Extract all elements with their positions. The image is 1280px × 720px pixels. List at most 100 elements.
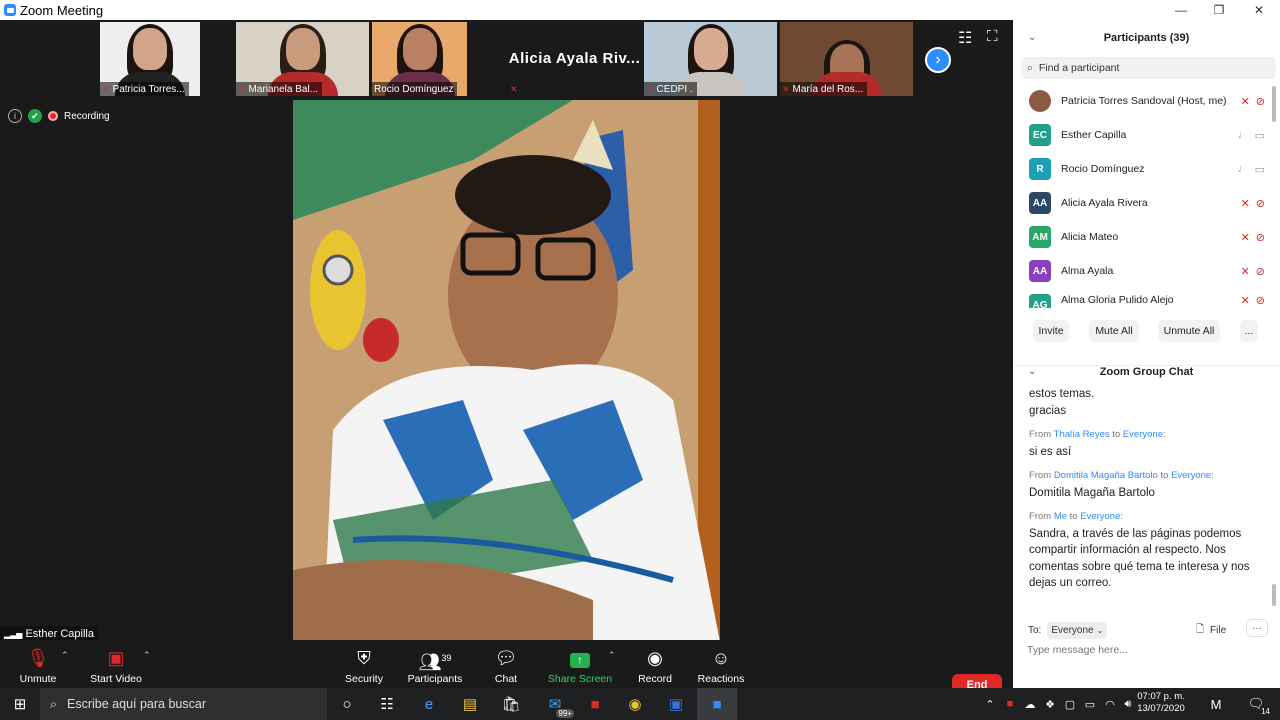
invite-button[interactable]: Invite	[1033, 320, 1069, 342]
windows-start-button[interactable]: ⊞	[0, 688, 40, 720]
search-icon: ⌕	[50, 696, 58, 711]
info-icon[interactable]: i	[8, 109, 22, 123]
record-button[interactable]: ◉ Record	[620, 646, 690, 685]
participant-row[interactable]: R Rocio Domínguez ♩ ▭	[1013, 152, 1273, 186]
notifications-icon[interactable]: 🗨︎ 14	[1236, 688, 1276, 720]
participant-thumbnail[interactable]: Rocio Domínguez	[372, 22, 467, 96]
keyboard-language-icon[interactable]: M	[1196, 688, 1236, 720]
collapse-chevron-icon[interactable]: ⌄	[1028, 32, 1036, 43]
fullscreen-icon[interactable]: ⛶	[987, 28, 998, 45]
participant-row[interactable]: EC Esther Capilla ♩ ▭	[1013, 118, 1273, 152]
participant-thumbnail[interactable]: Alicia Ayala Riv... ✕	[508, 22, 641, 96]
more-options-button[interactable]: ...	[1240, 320, 1258, 342]
participant-search[interactable]: ⌕ Find a participant	[1021, 57, 1276, 79]
participant-list-scrollbar[interactable]	[1272, 86, 1276, 122]
edge-icon[interactable]: e	[409, 688, 449, 720]
reactions-button[interactable]: ☺ Reactions	[686, 646, 756, 685]
mail-icon[interactable]: ✉ 99+	[535, 688, 575, 720]
chat-button[interactable]: 💬︎ Chat	[471, 646, 541, 685]
signal-strength-icon: ▂▃▅	[4, 629, 23, 639]
chat-recipient-name: Everyone	[1171, 470, 1212, 481]
participant-thumbnail[interactable]: ✕ Marianela Bal...	[236, 22, 369, 96]
windows-taskbar: ⊞ ⌕ Escribe aquí para buscar ○ ☷ e ▤ 🛍︎ …	[0, 688, 1280, 720]
participants-button[interactable]: 👥︎39 Participants	[400, 646, 470, 685]
video-options-caret-icon[interactable]: ⌃	[143, 650, 151, 661]
share-screen-button[interactable]: ↑ Share Screen	[545, 646, 615, 685]
chat-message: From Thalía Reyes to Everyone: si es así	[1029, 427, 1261, 460]
mic-icon[interactable]: ♩	[1238, 129, 1249, 142]
minimize-button[interactable]: —	[1161, 0, 1201, 20]
acrobat-icon[interactable]: ■	[575, 688, 615, 720]
maximize-button[interactable]: ❐	[1199, 0, 1239, 20]
chat-message-input[interactable]	[1027, 644, 1267, 656]
collapse-chevron-icon[interactable]: ⌄	[1028, 366, 1036, 377]
cortana-icon[interactable]: ○	[327, 688, 367, 720]
mute-all-button[interactable]: Mute All	[1089, 320, 1139, 342]
video-off-icon[interactable]: ⊘	[1256, 231, 1265, 244]
participant-status-icons: ✕ ⊘	[1241, 231, 1265, 244]
avatar: AM	[1029, 226, 1051, 248]
mic-muted-icon[interactable]: ✕	[1241, 265, 1250, 278]
mic-icon[interactable]: ♩	[1238, 163, 1249, 176]
share-options-caret-icon[interactable]: ⌃	[608, 650, 616, 661]
mic-muted-icon: ✕	[102, 83, 110, 94]
side-panel: ⌄ Participants (39) ⌕ Find a participant…	[1013, 20, 1280, 688]
thumbnail-name: Marianela Bal...	[248, 83, 319, 95]
video-off-icon[interactable]: ⊘	[1256, 95, 1265, 108]
recording-label: Recording	[64, 110, 110, 122]
chat-bubble-icon: 💬︎	[494, 648, 518, 668]
participant-thumbnail[interactable]: ✕ Patricia Torres...	[100, 22, 200, 96]
start-video-button[interactable]: ▣ Start Video	[81, 646, 151, 685]
video-off-icon[interactable]: ⊘	[1256, 197, 1265, 210]
chat-scrollbar[interactable]	[1272, 584, 1276, 606]
next-page-button[interactable]: ›	[925, 47, 951, 73]
search-input[interactable]: Find a participant	[1039, 62, 1120, 74]
reactions-smiley-icon: ☺	[711, 648, 731, 668]
participant-thumbnail[interactable]: ✕ CEDPI .	[644, 22, 777, 96]
video-icon[interactable]: ▭	[1255, 163, 1265, 176]
video-off-icon[interactable]: ⊘	[1256, 265, 1265, 278]
thumbnail-name: Rocio Domínguez	[374, 83, 454, 95]
notification-count: 14	[1261, 707, 1270, 716]
mic-muted-icon[interactable]: ✕	[1241, 197, 1250, 210]
chat-recipient-name: Everyone	[1122, 429, 1163, 440]
security-button[interactable]: ⛨ Security	[329, 646, 399, 685]
zoom-taskbar-icon[interactable]: ■	[697, 688, 737, 720]
file-explorer-icon[interactable]: ▤	[450, 688, 490, 720]
participant-thumbnail[interactable]: ✕ María del Ros...	[780, 22, 913, 96]
encryption-shield-icon[interactable]: ✔	[28, 109, 42, 123]
file-button[interactable]: 🗋︎ File	[1196, 622, 1226, 639]
unmute-all-button[interactable]: Unmute All	[1158, 320, 1220, 342]
video-off-icon: ▣	[107, 648, 125, 668]
recipient-dropdown[interactable]: Everyone ⌄	[1047, 622, 1108, 639]
taskbar-search[interactable]: ⌕ Escribe aquí para buscar	[40, 688, 327, 720]
participant-row[interactable]: AA Alicia Ayala Rivera ✕ ⊘	[1013, 186, 1273, 220]
mic-muted-icon: ✕	[646, 83, 654, 94]
mic-muted-icon[interactable]: ✕	[1241, 294, 1250, 307]
chat-header: ⌄ Zoom Group Chat	[1013, 365, 1280, 378]
participant-status-icons: ♩ ▭	[1238, 129, 1265, 142]
task-view-icon[interactable]: ☷	[367, 688, 407, 720]
participant-row[interactable]: AM Alicia Mateo ✕ ⊘	[1013, 220, 1273, 254]
chat-recipient-name: Everyone	[1080, 511, 1121, 522]
gallery-view-icon[interactable]: ☷	[958, 28, 972, 48]
mic-muted-icon[interactable]: ✕	[1241, 95, 1250, 108]
video-off-icon[interactable]: ⊘	[1256, 294, 1265, 307]
participant-row[interactable]: AA Alma Ayala ✕ ⊘	[1013, 254, 1273, 288]
mic-muted-icon: ✕	[510, 83, 518, 94]
participant-name: Alicia Mateo	[1061, 231, 1119, 243]
participant-row[interactable]: Patricia Torres Sandoval (Host, me) ✕ ⊘	[1013, 84, 1273, 118]
chat-sender: Thalía Reyes	[1053, 429, 1110, 440]
participant-row[interactable]: AG Alma Gloria Pulido Alejo ✕ ⊘	[1013, 288, 1273, 308]
close-button[interactable]: ✕	[1239, 0, 1279, 20]
taskbar-search-input[interactable]: Escribe aquí para buscar	[67, 697, 206, 711]
taskbar-clock[interactable]: 07:07 p. m. 13/07/2020	[1136, 691, 1186, 715]
mic-muted-icon[interactable]: ✕	[1241, 231, 1250, 244]
video-icon[interactable]: ▭	[1255, 129, 1265, 142]
audio-options-caret-icon[interactable]: ⌃	[61, 650, 69, 661]
thumbnail-name: Patricia Torres...	[112, 83, 185, 95]
word-icon[interactable]: ▣	[656, 688, 696, 720]
store-icon[interactable]: 🛍︎	[491, 688, 531, 720]
chrome-icon[interactable]: ◉	[615, 688, 655, 720]
chat-more-button[interactable]: ···	[1246, 619, 1268, 637]
